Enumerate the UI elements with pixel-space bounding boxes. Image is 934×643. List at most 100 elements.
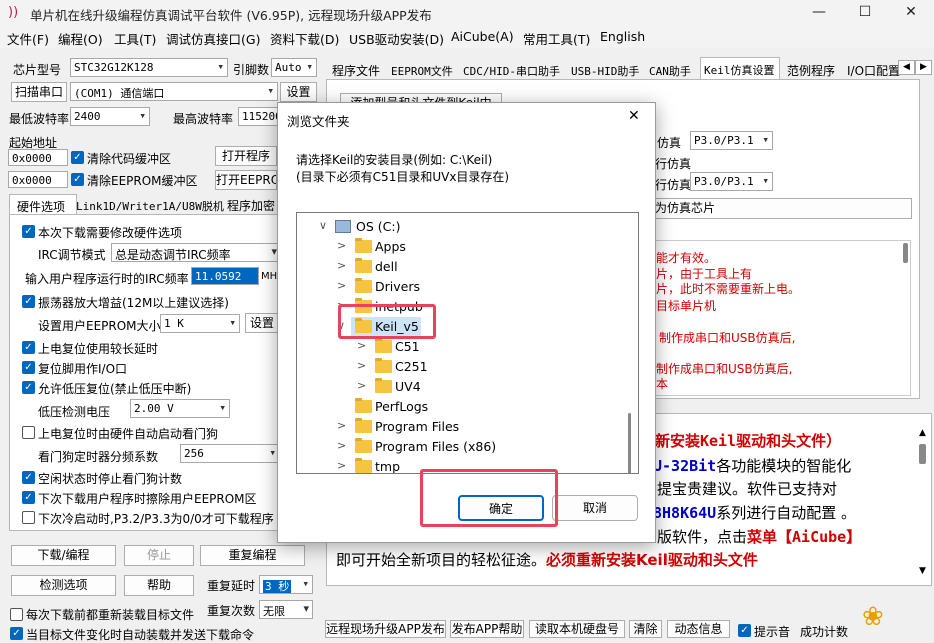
expand-arrow-icon[interactable]: >	[357, 379, 366, 392]
expand-arrow-icon[interactable]: >	[337, 439, 346, 452]
help-button[interactable]: 帮助	[124, 575, 194, 596]
expand-arrow-icon[interactable]: >	[337, 459, 346, 472]
min-baud-select[interactable]: 2400	[70, 107, 150, 126]
dialog-close-icon[interactable]: ✕	[628, 108, 640, 124]
download-button[interactable]: 下载/编程	[11, 545, 116, 566]
clear-eeprom-checkbox[interactable]: ✓	[71, 173, 84, 186]
menu-english[interactable]: English	[600, 29, 645, 44]
log-scroll-up-icon[interactable]: ▲	[919, 428, 926, 438]
tab-scroll-right-icon[interactable]: ▶	[915, 60, 932, 75]
dynamic-info-button[interactable]: 动态信息	[667, 620, 730, 638]
cold-boot-checkbox[interactable]	[22, 511, 35, 524]
repeat-count-select[interactable]: 无限	[259, 600, 313, 619]
wdt-auto-checkbox[interactable]	[22, 426, 35, 439]
lvd-volt-select[interactable]: 2.00 V	[130, 399, 230, 418]
tree-node-dell[interactable]: > dell	[337, 257, 587, 277]
reload-before-label: 每次下载前都重新装载目标文件	[26, 608, 195, 622]
read-disk-button[interactable]: 读取本机硬盘号	[529, 620, 625, 638]
notes-scrollbar[interactable]	[903, 243, 908, 263]
eeprom-size-select[interactable]: 1 K	[160, 314, 240, 333]
expand-arrow-icon[interactable]: >	[337, 419, 346, 432]
reload-before-checkbox[interactable]	[10, 608, 23, 621]
max-baud-select[interactable]: 115200	[238, 107, 278, 126]
log-scroll-down-icon[interactable]: ▼	[919, 566, 926, 576]
tree-node-c251[interactable]: > C251	[357, 357, 577, 377]
menu-debug[interactable]: 调试仿真接口(G)	[166, 29, 260, 48]
publish-app-button[interactable]: 远程现场升级APP发布	[325, 620, 446, 638]
tree-node-os-c[interactable]: ∨ OS (C:)	[319, 217, 569, 237]
reset-io-checkbox[interactable]: ✓	[22, 361, 35, 374]
tree-node-program-files[interactable]: > Program Files	[337, 417, 587, 437]
tab-keil-emulation[interactable]: Keil仿真设置	[700, 57, 780, 80]
folder-tree[interactable]: ∨ OS (C:) > Apps > dell > Drivers > inetpub …	[296, 212, 639, 474]
expand-arrow-icon[interactable]: >	[357, 339, 366, 352]
tab-usb-hid[interactable]: USB-HID助手	[571, 63, 639, 79]
tab-serial-assistant[interactable]: CDC/HID-串口助手	[463, 63, 560, 79]
osc-gain-checkbox[interactable]: ✓	[22, 295, 35, 308]
auto-reload-checkbox[interactable]: ✓	[10, 627, 23, 640]
menu-download[interactable]: 资料下载(D)	[270, 29, 339, 48]
tree-node-uv4[interactable]: > UV4	[357, 377, 577, 397]
close-button[interactable]: ✕	[888, 0, 934, 26]
repeat-delay-select[interactable]: 3 秒	[259, 575, 313, 594]
set-emu-chip-button[interactable]: 为仿真芯片	[650, 198, 912, 219]
code-address-input[interactable]: 0x0000	[8, 149, 68, 166]
clear-code-checkbox[interactable]: ✓	[71, 151, 84, 164]
menu-common-tools[interactable]: 常用工具(T)	[523, 29, 590, 48]
open-program-button[interactable]: 打开程序	[215, 146, 277, 166]
eeprom-size-button[interactable]: 设置	[245, 313, 279, 333]
expand-arrow-icon[interactable]: >	[357, 359, 366, 372]
idle-wdt-checkbox[interactable]: ✓	[22, 471, 35, 484]
tab-link1d[interactable]: Link1D/Writer1A/U8W脱机	[76, 198, 224, 214]
expand-arrow-icon[interactable]: >	[337, 239, 346, 252]
log-scrollbar[interactable]	[919, 444, 926, 464]
tab-examples[interactable]: 范例程序	[787, 62, 835, 79]
clear-button[interactable]: 清除	[629, 620, 662, 638]
repeat-program-button[interactable]: 重复编程	[200, 545, 305, 566]
maximize-button[interactable]: ☐	[842, 0, 888, 26]
tab-hardware[interactable]: 硬件选项	[9, 194, 77, 215]
expand-arrow-icon[interactable]: >	[337, 259, 346, 272]
menu-usb-driver[interactable]: USB驱动安装(D)	[349, 29, 444, 48]
stop-button[interactable]: 停止	[124, 545, 194, 566]
tree-node-drivers[interactable]: > Drivers	[337, 277, 587, 297]
cancel-button[interactable]: 取消	[552, 495, 638, 521]
wdt-div-select[interactable]: 256	[180, 444, 280, 463]
emu-port-select-3[interactable]: P3.0/P3.1	[690, 172, 773, 191]
pin-select[interactable]: Auto	[271, 58, 317, 77]
tree-node-apps[interactable]: > Apps	[337, 237, 587, 257]
tab-encrypt[interactable]: 程序加密	[227, 197, 275, 214]
irc-freq-input[interactable]: 11.0592	[191, 267, 259, 285]
chip-select[interactable]: STC32G12K128	[70, 58, 228, 77]
sound-checkbox[interactable]: ✓	[738, 624, 751, 637]
check-options-button[interactable]: 检测选项	[11, 575, 116, 596]
erase-eeprom-checkbox[interactable]: ✓	[22, 491, 35, 504]
eeprom-address-input[interactable]: 0x0000	[8, 171, 68, 188]
menu-tools[interactable]: 工具(T)	[114, 29, 156, 48]
modify-options-checkbox[interactable]: ✓	[22, 225, 35, 238]
menu-program[interactable]: 编程(O)	[58, 29, 103, 48]
port-select[interactable]: (COM1) 通信端口	[70, 82, 278, 101]
tree-node-perflogs[interactable]: PerfLogs	[337, 397, 587, 417]
lvd-reset-checkbox[interactable]: ✓	[22, 381, 35, 394]
tree-node-c51[interactable]: > C51	[357, 337, 577, 357]
expand-arrow-icon[interactable]: >	[337, 279, 346, 292]
tab-eeprom-file[interactable]: EEPROM文件	[391, 63, 453, 79]
emu-port-select-1[interactable]: P3.0/P3.1	[690, 131, 773, 150]
tab-can[interactable]: CAN助手	[649, 63, 691, 79]
open-eeprom-button[interactable]: 打开EEPRO	[215, 170, 277, 190]
minimize-button[interactable]: —	[796, 0, 842, 26]
long-delay-checkbox[interactable]: ✓	[22, 341, 35, 354]
tree-node-program-files-x86[interactable]: > Program Files (x86)	[337, 437, 587, 457]
irc-mode-select[interactable]: 总是动态调节IRC频率	[111, 243, 281, 262]
publish-help-button[interactable]: 发布APP帮助	[450, 620, 524, 638]
tree-scrollbar[interactable]	[628, 413, 631, 473]
scan-port-button[interactable]: 扫描串口	[11, 82, 67, 102]
tab-io-config[interactable]: I/O口配置	[847, 62, 900, 79]
tab-scroll-left-icon[interactable]: ◀	[898, 60, 915, 75]
port-settings-button[interactable]: 设置	[280, 82, 317, 102]
tab-program-file[interactable]: 程序文件	[332, 62, 380, 79]
collapse-arrow-icon[interactable]: ∨	[319, 219, 327, 232]
menu-aicube[interactable]: AiCube(A)	[451, 29, 514, 44]
menu-file[interactable]: 文件(F)	[7, 29, 49, 48]
